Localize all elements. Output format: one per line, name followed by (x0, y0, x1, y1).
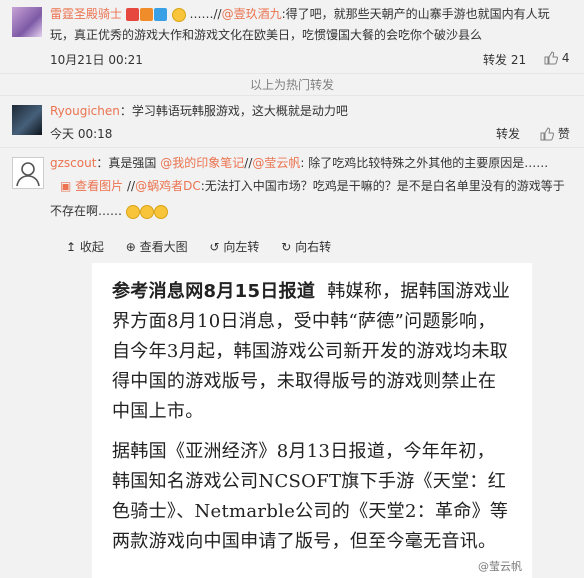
username-link[interactable]: 雷霆圣殿骑士 (50, 7, 122, 21)
divider (0, 95, 584, 96)
rotate-left-button[interactable]: ↺ 向左转 (209, 240, 259, 254)
divider (0, 73, 584, 74)
thumbs-up-icon (540, 127, 555, 141)
avatar[interactable] (12, 105, 42, 135)
hot-repost-divider: 以上为热门转发 (249, 78, 334, 92)
image-toolbar: ↥ 收起 ⊕ 查看大图 ↺ 向左转 ↻ 向右转 (66, 238, 349, 255)
username-link[interactable]: Ryougichen (50, 104, 120, 118)
thumbs-up-icon (544, 51, 559, 65)
watermark: @莹云帆 (478, 560, 522, 573)
article-text: 参考消息网8月15日报道 韩媒称，据韩国游戏业界方面8月10日消息，受中韩“萨德… (112, 277, 512, 567)
laugh-cry-emoji-icon (153, 204, 168, 219)
rotate-right-button[interactable]: ↻ 向右转 (281, 240, 331, 254)
collapse-button[interactable]: ↥ 收起 (66, 240, 104, 254)
laugh-cry-emoji-icon (125, 204, 140, 219)
timestamp: 今天 00:18 (50, 127, 113, 141)
repost-button[interactable]: 转发 (496, 125, 520, 142)
collapse-icon: ↥ (66, 240, 77, 254)
mention-link[interactable]: @蜗鸡者DC (135, 179, 201, 193)
attached-image[interactable]: 参考消息网8月15日报道 韩媒称，据韩国游戏业界方面8月10日消息，受中韩“萨德… (92, 263, 532, 578)
like-button[interactable]: 4 (544, 51, 569, 65)
vip-badge-icon (125, 8, 139, 21)
mention-link[interactable]: @壹玖酒九 (222, 7, 282, 21)
mention-link[interactable]: @我的印象笔记 (160, 156, 244, 170)
like-button[interactable]: 赞 (540, 125, 570, 142)
divider (0, 147, 584, 148)
avatar[interactable] (12, 7, 42, 37)
comment-text-line2: ▣ 查看图片 //@蜗鸡者DC:无法打入中国市场？吃鸡是干嘛的？是不是白名单里没… (60, 179, 565, 193)
comment-text-line3: 不存在啊…… (50, 203, 168, 220)
rotate-right-icon: ↻ (281, 240, 292, 254)
comment-text: gzscout：真是强国 @我的印象笔记//@莹云帆: 除了吃鸡比较特殊之外其他… (50, 156, 549, 170)
weibo-repost-page: 雷霆圣殿骑士 ……//@壹玖酒九:得了吧，就那些天朝产的山寨手游也就国内有人玩 … (0, 0, 584, 578)
zoom-icon: ⊕ (125, 240, 136, 254)
mention-link[interactable]: @莹云帆 (252, 156, 300, 170)
comment-text-line2: 玩，真正优秀的游戏大作和游戏文化在欧美日，吃惯馒国大餐的会吃你个破沙县么 (50, 28, 483, 42)
article-paragraph-2: 据韩国《亚洲经济》8月13日报道，今年年初，韩国知名游戏公司NCSOFT旗下手游… (112, 441, 509, 552)
article-paragraph-1: 参考消息网8月15日报道 韩媒称，据韩国游戏业界方面8月10日消息，受中韩“萨德… (112, 281, 511, 422)
rotate-left-icon: ↺ (209, 240, 220, 254)
member-badge-icon (153, 8, 167, 21)
timestamp: 10月21日 00:21 (50, 53, 143, 67)
image-icon: ▣ (60, 179, 72, 193)
comment-text: Ryougichen：学习韩语玩韩服游戏，这大概就是动力吧 (50, 104, 348, 118)
repost-button[interactable]: 转发 21 (483, 51, 526, 68)
username-link[interactable]: gzscout (50, 156, 96, 170)
comment-text: 雷霆圣殿骑士 ……//@壹玖酒九:得了吧，就那些天朝产的山寨手游也就国内有人玩 (50, 7, 550, 22)
default-avatar-icon[interactable] (12, 157, 44, 189)
level-badge-icon (139, 8, 153, 21)
laugh-cry-emoji-icon (139, 204, 154, 219)
view-image-link[interactable]: ▣ 查看图片 (60, 179, 123, 193)
doge-emoji-icon (171, 7, 186, 22)
view-large-button[interactable]: ⊕ 查看大图 (126, 240, 188, 254)
